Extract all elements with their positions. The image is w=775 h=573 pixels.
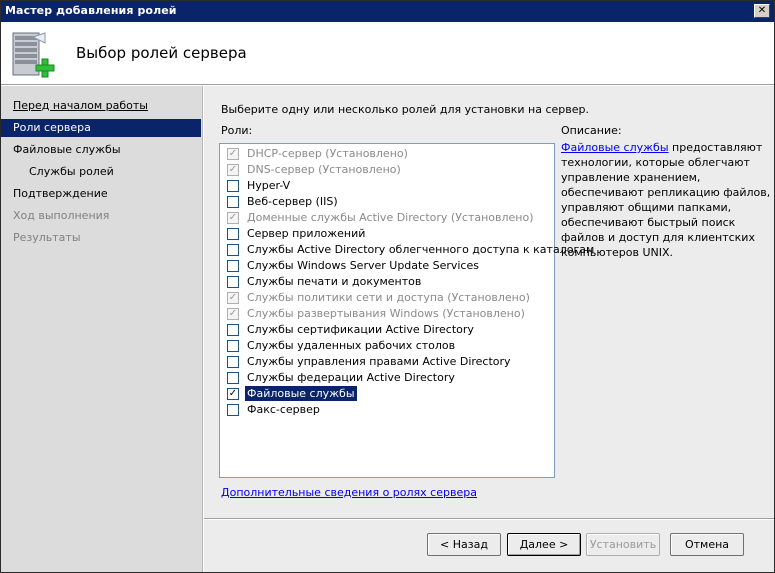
description-body: предоставляют технологии, которые облегч…: [561, 141, 771, 259]
role-label: Службы печати и документов: [247, 275, 422, 288]
wizard-header: Выбор ролей сервера: [1, 22, 774, 85]
role-label: DHCP-сервер (Установлено): [247, 147, 408, 160]
cancel-button[interactable]: Отмена: [670, 533, 744, 556]
description-text: Файловые службы предоставляют технологии…: [561, 140, 771, 260]
nav-item-role-services[interactable]: Службы ролей: [1, 163, 201, 181]
roles-list[interactable]: ✓ DHCP-сервер (Установлено) ✓ DNS-сервер…: [219, 143, 594, 478]
role-item[interactable]: Факс-сервер: [224, 402, 554, 418]
role-label: Службы удаленных рабочих столов: [247, 339, 456, 352]
window-title: Мастер добавления ролей: [5, 4, 177, 17]
role-item[interactable]: Службы федерации Active Directory: [224, 370, 554, 386]
role-checkbox[interactable]: [227, 404, 239, 416]
role-item[interactable]: Службы Windows Server Update Services: [224, 258, 554, 274]
role-label: Доменные службы Active Directory (Устано…: [247, 211, 534, 224]
role-item[interactable]: Службы удаленных рабочих столов: [224, 338, 554, 354]
role-label: Службы Active Directory облегченного дос…: [247, 243, 595, 256]
role-item[interactable]: ✓ DHCP-сервер (Установлено): [224, 146, 554, 162]
nav-item-progress: Ход выполнения: [13, 209, 110, 222]
back-button[interactable]: < Назад: [427, 533, 501, 556]
role-label: Hyper-V: [247, 179, 291, 192]
role-item[interactable]: Службы Active Directory облегченного дос…: [224, 242, 594, 258]
role-label: Сервер приложений: [247, 227, 366, 240]
nav-item-file-services[interactable]: Файловые службы: [1, 141, 201, 159]
role-checkbox[interactable]: [227, 372, 239, 384]
page-title: Выбор ролей сервера: [76, 44, 247, 62]
title-bar: Мастер добавления ролей ✕: [1, 1, 774, 22]
role-checkbox[interactable]: [227, 196, 239, 208]
role-item[interactable]: Службы управления правами Active Directo…: [224, 354, 554, 370]
role-checkbox[interactable]: ✓: [227, 212, 239, 224]
close-button[interactable]: ✕: [754, 4, 770, 18]
description-link[interactable]: Файловые службы: [561, 141, 669, 154]
role-checkbox[interactable]: ✓: [227, 388, 239, 400]
nav-item-server-roles[interactable]: Роли сервера: [1, 119, 201, 137]
role-item[interactable]: Сервер приложений: [224, 226, 554, 242]
role-label: Файловые службы: [245, 386, 357, 401]
role-checkbox[interactable]: [227, 340, 239, 352]
role-label: Службы развертывания Windows (Установлен…: [247, 307, 525, 320]
role-item[interactable]: Службы печати и документов: [224, 274, 554, 290]
role-checkbox[interactable]: [227, 244, 239, 256]
more-info-link[interactable]: Дополнительные сведения о ролях сервера: [221, 486, 477, 499]
nav-item-before-you-begin[interactable]: Перед началом работы: [1, 97, 201, 115]
nav-item-confirmation[interactable]: Подтверждение: [1, 185, 201, 203]
nav-item-results: Результаты: [13, 231, 81, 244]
role-label: Службы Windows Server Update Services: [247, 259, 479, 272]
steps-nav: Перед началом работы Роли сервера Файлов…: [1, 86, 203, 572]
instruction-text: Выберите одну или несколько ролей для ус…: [221, 103, 589, 116]
next-button[interactable]: Далее >: [507, 533, 581, 556]
role-checkbox[interactable]: [227, 260, 239, 272]
role-label: DNS-сервер (Установлено): [247, 163, 401, 176]
role-checkbox[interactable]: ✓: [227, 164, 239, 176]
role-label: Службы политики сети и доступа (Установл…: [247, 291, 530, 304]
role-checkbox[interactable]: ✓: [227, 292, 239, 304]
install-button: Установить: [586, 533, 660, 556]
server-add-icon: [12, 32, 55, 78]
role-label: Факс-сервер: [247, 403, 320, 416]
role-checkbox[interactable]: [227, 228, 239, 240]
role-checkbox[interactable]: [227, 356, 239, 368]
role-item[interactable]: ✓ DNS-сервер (Установлено): [224, 162, 554, 178]
role-checkbox[interactable]: [227, 324, 239, 336]
role-checkbox[interactable]: ✓: [227, 308, 239, 320]
role-item[interactable]: Службы сертификации Active Directory: [224, 322, 554, 338]
role-label: Веб-сервер (IIS): [247, 195, 338, 208]
role-label: Службы сертификации Active Directory: [247, 323, 474, 336]
role-checkbox[interactable]: ✓: [227, 148, 239, 160]
role-label: Службы федерации Active Directory: [247, 371, 455, 384]
role-item[interactable]: Hyper-V: [224, 178, 554, 194]
role-checkbox[interactable]: [227, 276, 239, 288]
role-item[interactable]: ✓ Службы развертывания Windows (Установл…: [224, 306, 554, 322]
role-item[interactable]: ✓ Файловые службы: [224, 386, 554, 402]
role-item[interactable]: Веб-сервер (IIS): [224, 194, 554, 210]
button-bar: < Назад Далее > Установить Отмена: [204, 518, 774, 572]
description-label: Описание:: [561, 124, 622, 137]
main-panel: Выберите одну или несколько ролей для ус…: [204, 86, 774, 518]
roles-label: Роли:: [221, 124, 253, 137]
role-label: Службы управления правами Active Directo…: [247, 355, 511, 368]
role-item[interactable]: ✓ Службы политики сети и доступа (Устано…: [224, 290, 554, 306]
role-checkbox[interactable]: [227, 180, 239, 192]
wizard-window: Мастер добавления ролей ✕ Выбор ролей се…: [0, 0, 775, 573]
role-item[interactable]: ✓ Доменные службы Active Directory (Уста…: [224, 210, 554, 226]
